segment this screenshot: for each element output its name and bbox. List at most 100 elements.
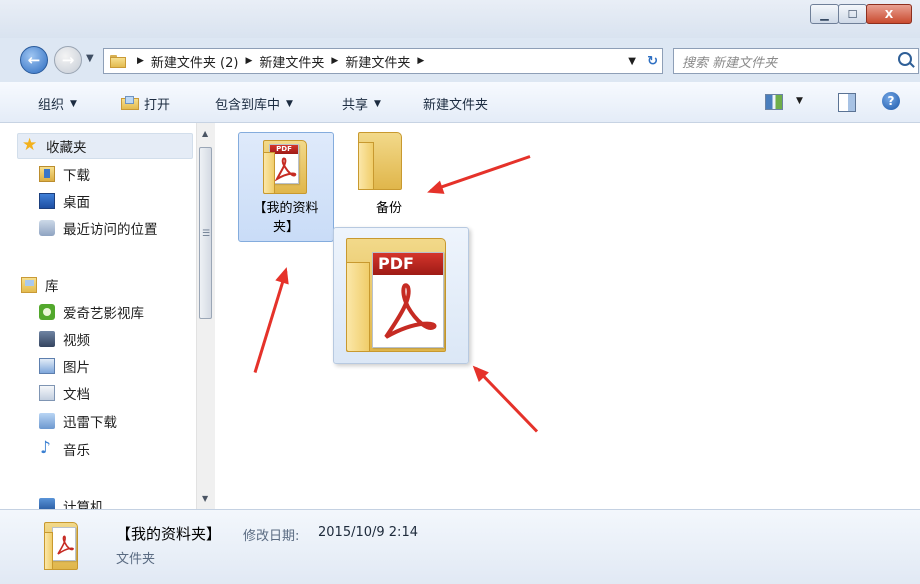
breadcrumb-item[interactable]: 新建文件夹 (345, 52, 410, 71)
sidebar-item-pictures[interactable]: 图片 (39, 353, 90, 379)
help-icon[interactable]: ? (882, 92, 900, 110)
search-input[interactable]: 搜索 新建文件夹 (673, 48, 919, 74)
annotation-arrow (474, 367, 539, 433)
include-in-library-label: 包含到库中 (215, 98, 281, 113)
sidebar-item-computer[interactable]: 计算机 (39, 493, 104, 509)
pdf-folder-icon (44, 522, 78, 570)
sidebar-item-label: 库 (45, 279, 59, 295)
minimize-button[interactable]: ▁ (810, 4, 839, 24)
close-button[interactable]: X (866, 4, 912, 24)
sidebar-item-label: 图片 (63, 360, 90, 376)
sidebar-item-label: 迅雷下载 (63, 415, 117, 431)
scroll-up-icon[interactable]: ▲ (202, 129, 208, 138)
breadcrumb-separator-icon[interactable]: ▶ (137, 56, 144, 66)
close-icon: X (884, 7, 894, 21)
pictures-icon (39, 358, 55, 374)
sidebar-item-label: 收藏夹 (46, 140, 87, 156)
videos-icon (39, 331, 55, 347)
details-pane: 【我的资料夹】 修改日期: 2015/10/9 2:14 文件夹 (0, 509, 920, 584)
maximize-button[interactable]: ☐ (838, 4, 867, 24)
sidebar-item-label: 爱奇艺影视库 (63, 306, 144, 322)
file-name: 【我的资料 夹】 (239, 199, 333, 237)
pdf-folder-icon: PDF (346, 238, 456, 354)
folder-icon (358, 132, 402, 190)
recent-pages-dropdown[interactable]: ▼ (86, 53, 94, 64)
preview-pane-icon[interactable] (838, 93, 856, 112)
xunlei-download-icon (39, 413, 55, 429)
sidebar-item-label: 计算机 (63, 500, 104, 509)
open-label: 打开 (144, 98, 171, 113)
file-name: 备份 (375, 201, 402, 216)
address-bar[interactable]: ▶ 新建文件夹 (2) ▶ 新建文件夹 ▶ 新建文件夹 ▶ ▼ ↻ (103, 48, 663, 74)
forward-button[interactable]: → (54, 46, 82, 74)
sidebar-item-downloads[interactable]: 下载 (39, 161, 90, 187)
drag-preview: PDF (333, 227, 469, 364)
breadcrumb-separator-icon[interactable]: ▶ (417, 56, 424, 66)
details-modified-value: 2015/10/9 2:14 (318, 525, 418, 540)
sidebar-item-iqiyi-library[interactable]: 爱奇艺影视库 (39, 299, 144, 325)
sidebar-item-desktop[interactable]: 桌面 (39, 188, 90, 214)
organize-label: 组织 (38, 98, 65, 113)
sidebar-item-videos[interactable]: 视频 (39, 326, 90, 352)
sidebar-item-xunlei-downloads[interactable]: 迅雷下载 (39, 408, 117, 434)
search-icon[interactable] (898, 52, 912, 66)
share-button[interactable]: 共享 ▼ (342, 94, 381, 113)
back-arrow-icon: ← (27, 51, 41, 69)
forward-arrow-icon: → (61, 51, 75, 69)
new-folder-button[interactable]: 新建文件夹 (423, 94, 488, 113)
include-in-library-button[interactable]: 包含到库中 ▼ (215, 94, 293, 113)
sidebar-item-libraries[interactable]: 库 (21, 272, 59, 298)
breadcrumb-separator-icon[interactable]: ▶ (331, 56, 338, 66)
details-file-name: 【我的资料夹】 (116, 525, 222, 543)
star-icon (22, 135, 38, 155)
navigation-scrollbar[interactable]: ▲ ☰ ▼ (196, 123, 215, 509)
scroll-down-icon[interactable]: ▼ (202, 494, 208, 503)
address-dropdown-icon[interactable]: ▼ (628, 56, 636, 67)
sidebar-item-label: 最近访问的位置 (63, 222, 158, 238)
sidebar-item-label: 音乐 (63, 443, 90, 459)
sidebar-item-label: 文档 (63, 387, 90, 403)
annotation-arrow (430, 155, 531, 193)
change-view-icon[interactable] (765, 94, 783, 110)
maximize-icon: ☐ (847, 7, 858, 21)
breadcrumb-item[interactable]: 新建文件夹 (259, 52, 324, 71)
file-item-my-folder[interactable]: PDF 【我的资料 夹】 (238, 132, 334, 242)
address-row: ← → ▼ ▶ 新建文件夹 (2) ▶ 新建文件夹 ▶ 新建文件夹 ▶ ▼ ↻ … (0, 38, 920, 82)
command-bar: 组织 ▼ 打开 包含到库中 ▼ 共享 ▼ 新建文件夹 ▼ ? (0, 82, 920, 123)
iqiyi-icon (39, 304, 55, 320)
downloads-folder-icon (39, 166, 55, 182)
sidebar-item-label: 下载 (63, 168, 90, 184)
back-button[interactable]: ← (20, 46, 48, 74)
desktop-icon (39, 193, 55, 209)
folder-icon (110, 54, 126, 68)
file-name-line: 夹】 (272, 220, 299, 235)
share-label: 共享 (342, 98, 369, 113)
sidebar-item-recent-places[interactable]: 最近访问的位置 (39, 215, 158, 241)
sidebar-item-label: 视频 (63, 333, 90, 349)
breadcrumb-item[interactable]: 新建文件夹 (2) (151, 52, 239, 71)
chevron-down-icon: ▼ (286, 98, 293, 109)
sidebar-item-favorites[interactable]: 收藏夹 (17, 133, 193, 159)
documents-icon (39, 385, 55, 401)
music-icon (39, 438, 55, 458)
file-list-area[interactable]: PDF 【我的资料 夹】 备份 PDF (215, 123, 920, 509)
new-folder-label: 新建文件夹 (423, 98, 489, 113)
library-icon (21, 277, 37, 293)
refresh-icon[interactable]: ↻ (647, 54, 658, 69)
breadcrumb-separator-icon[interactable]: ▶ (245, 56, 252, 66)
annotation-arrow (253, 270, 288, 373)
computer-icon (39, 498, 55, 509)
details-file-type: 文件夹 (116, 552, 156, 567)
sidebar-item-music[interactable]: 音乐 (39, 436, 90, 462)
window-controls: ▁ ☐ X (810, 4, 912, 24)
chevron-down-icon: ▼ (70, 98, 77, 109)
sidebar-item-documents[interactable]: 文档 (39, 380, 90, 406)
chevron-down-icon: ▼ (374, 98, 381, 109)
file-name-line: 【我的资料 (253, 201, 319, 216)
organize-button[interactable]: 组织 ▼ (38, 94, 77, 113)
file-item-backup[interactable]: 备份 (342, 132, 436, 222)
view-options-chevron-icon[interactable]: ▼ (796, 96, 803, 106)
open-button[interactable]: 打开 (121, 94, 170, 113)
title-bar: ▁ ☐ X (0, 0, 920, 38)
recent-places-icon (39, 220, 55, 236)
